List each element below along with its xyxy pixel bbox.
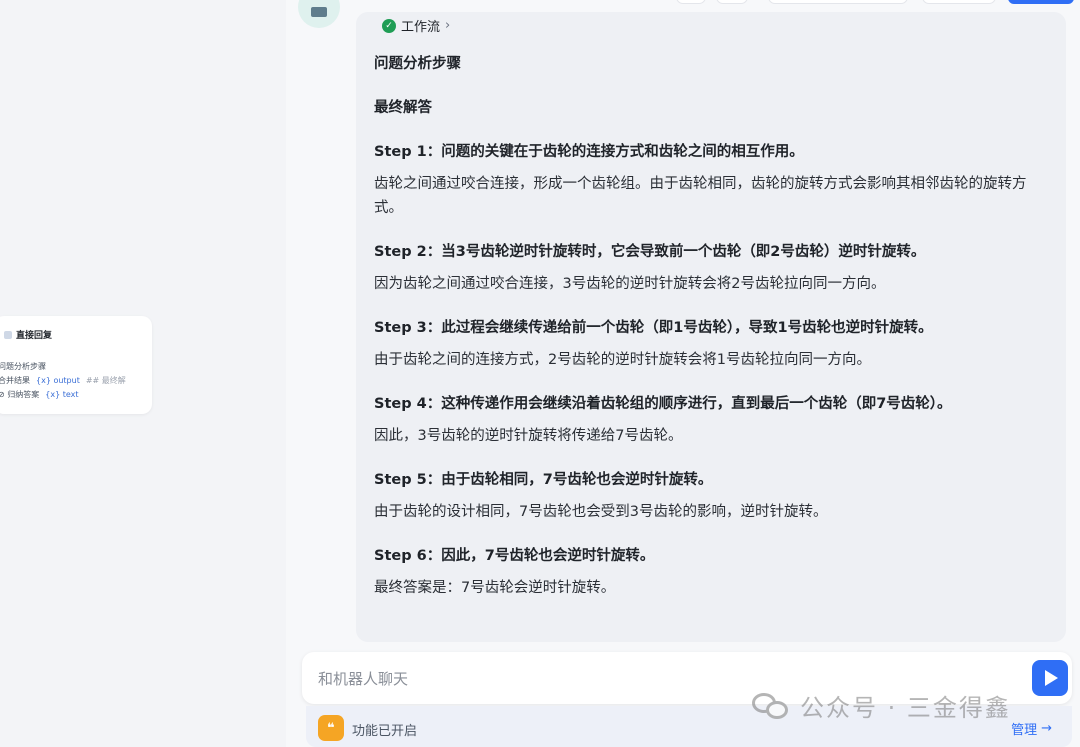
- chat-input-placeholder[interactable]: 和机器人聊天: [318, 668, 408, 689]
- step-body: 由于齿轮的设计相同，7号齿轮也会受到3号齿轮的影响，逆时针旋转。: [374, 504, 828, 520]
- watermark-text: 公众号 · 三金得鑫: [800, 694, 1011, 722]
- node-row-text: 问题分析步骤: [0, 362, 46, 371]
- node-row-variable: {x} text: [45, 390, 79, 399]
- step-body: 由于齿轮之间的连接方式，2号齿轮的逆时针旋转会将1号齿轮拉向同一方向。: [374, 352, 871, 368]
- node-row-text: 合并结果: [0, 376, 30, 385]
- step-block: Step 6：因此，7号齿轮也会逆时针旋转。 最终答案是：7号齿轮会逆时针旋转。: [374, 544, 1054, 600]
- send-icon: [1045, 670, 1058, 686]
- node-icon: [4, 330, 12, 339]
- node-title: 直接回复: [4, 328, 52, 341]
- manage-link[interactable]: 管理 →: [1011, 719, 1052, 738]
- node-row: 合并结果 {x} output ## 最终解: [0, 374, 138, 388]
- check-circle-icon: ✓: [382, 18, 396, 33]
- step-title: Step 6：因此，7号齿轮也会逆时针旋转。: [374, 548, 655, 564]
- step-body: 最终答案是：7号齿轮会逆时针旋转。: [374, 580, 616, 596]
- step-block: Step 1：问题的关键在于齿轮的连接方式和齿轮之间的相互作用。 齿轮之间通过咬…: [374, 140, 1054, 220]
- node-row-variable: {x} output: [36, 376, 80, 385]
- workflow-label: 工作流: [401, 20, 441, 35]
- step-block: Step 5：由于齿轮相同，7号齿轮也会逆时针旋转。 由于齿轮的设计相同，7号齿…: [374, 468, 1054, 524]
- message-content: 问题分析步骤 最终解答 Step 1：问题的关键在于齿轮的连接方式和齿轮之间的相…: [374, 52, 1054, 620]
- step-body: 齿轮之间通过咬合连接，形成一个齿轮组。由于齿轮相同，齿轮的旋转方式会影响其相邻齿…: [374, 176, 1027, 216]
- step-block: Step 2：当3号齿轮逆时针旋转时，它会导致前一个齿轮（即2号齿轮）逆时针旋转…: [374, 240, 1054, 296]
- node-row-text: ⊘ 归纳答案: [0, 390, 40, 399]
- step-block: Step 3：此过程会继续传递给前一个齿轮（即1号齿轮），导致1号齿轮也逆时针旋…: [374, 316, 1054, 372]
- node-title-label: 直接回复: [16, 331, 53, 341]
- bot-icon: [311, 7, 327, 17]
- feature-quote-icon: ❝: [318, 715, 344, 741]
- chevron-right-icon: ›: [445, 18, 451, 33]
- feature-status-label: 功能已开启: [352, 724, 418, 739]
- send-button[interactable]: [1032, 660, 1068, 696]
- wechat-icon: [752, 691, 792, 721]
- toolbar-pill[interactable]: [768, 0, 908, 4]
- step-title: Step 1：问题的关键在于齿轮的连接方式和齿轮之间的相互作用。: [374, 144, 804, 160]
- manage-label: 管理: [1011, 723, 1038, 738]
- section-heading: 问题分析步骤: [374, 56, 461, 72]
- toolbar-pill[interactable]: [716, 0, 748, 4]
- toolbar-primary-button[interactable]: [1008, 0, 1074, 4]
- toolbar-pill[interactable]: [676, 0, 706, 4]
- app-canvas: 直接回复 问题分析步骤 合并结果 {x} output ## 最终解 ⊘ 归纳答…: [0, 0, 1080, 747]
- workflow-node-card[interactable]: 直接回复 问题分析步骤 合并结果 {x} output ## 最终解 ⊘ 归纳答…: [0, 316, 152, 414]
- node-row: 问题分析步骤: [0, 360, 138, 374]
- section-heading: 最终解答: [374, 100, 432, 116]
- watermark: 公众号 · 三金得鑫: [752, 688, 1011, 723]
- node-body: 问题分析步骤 合并结果 {x} output ## 最终解 ⊘ 归纳答案 {x}…: [0, 360, 138, 420]
- arrow-right-icon: →: [1041, 721, 1052, 736]
- node-row-extra: ## 最终解: [85, 376, 126, 385]
- node-row: ⊘ 归纳答案 {x} text: [0, 388, 138, 402]
- step-block: Step 4：这种传递作用会继续沿着齿轮组的顺序进行，直到最后一个齿轮（即7号齿…: [374, 392, 1054, 448]
- toolbar-pill[interactable]: [922, 0, 996, 4]
- step-title: Step 2：当3号齿轮逆时针旋转时，它会导致前一个齿轮（即2号齿轮）逆时针旋转…: [374, 244, 926, 260]
- step-body: 因为齿轮之间通过咬合连接，3号齿轮的逆时针旋转会将2号齿轮拉向同一方向。: [374, 276, 886, 292]
- step-title: Step 4：这种传递作用会继续沿着齿轮组的顺序进行，直到最后一个齿轮（即7号齿…: [374, 396, 952, 412]
- step-title: Step 3：此过程会继续传递给前一个齿轮（即1号齿轮），导致1号齿轮也逆时针旋…: [374, 320, 933, 336]
- step-body: 因此，3号齿轮的逆时针旋转将传递给7号齿轮。: [374, 428, 683, 444]
- workflow-toggle[interactable]: ✓ 工作流 ›: [382, 16, 450, 35]
- step-title: Step 5：由于齿轮相同，7号齿轮也会逆时针旋转。: [374, 472, 713, 488]
